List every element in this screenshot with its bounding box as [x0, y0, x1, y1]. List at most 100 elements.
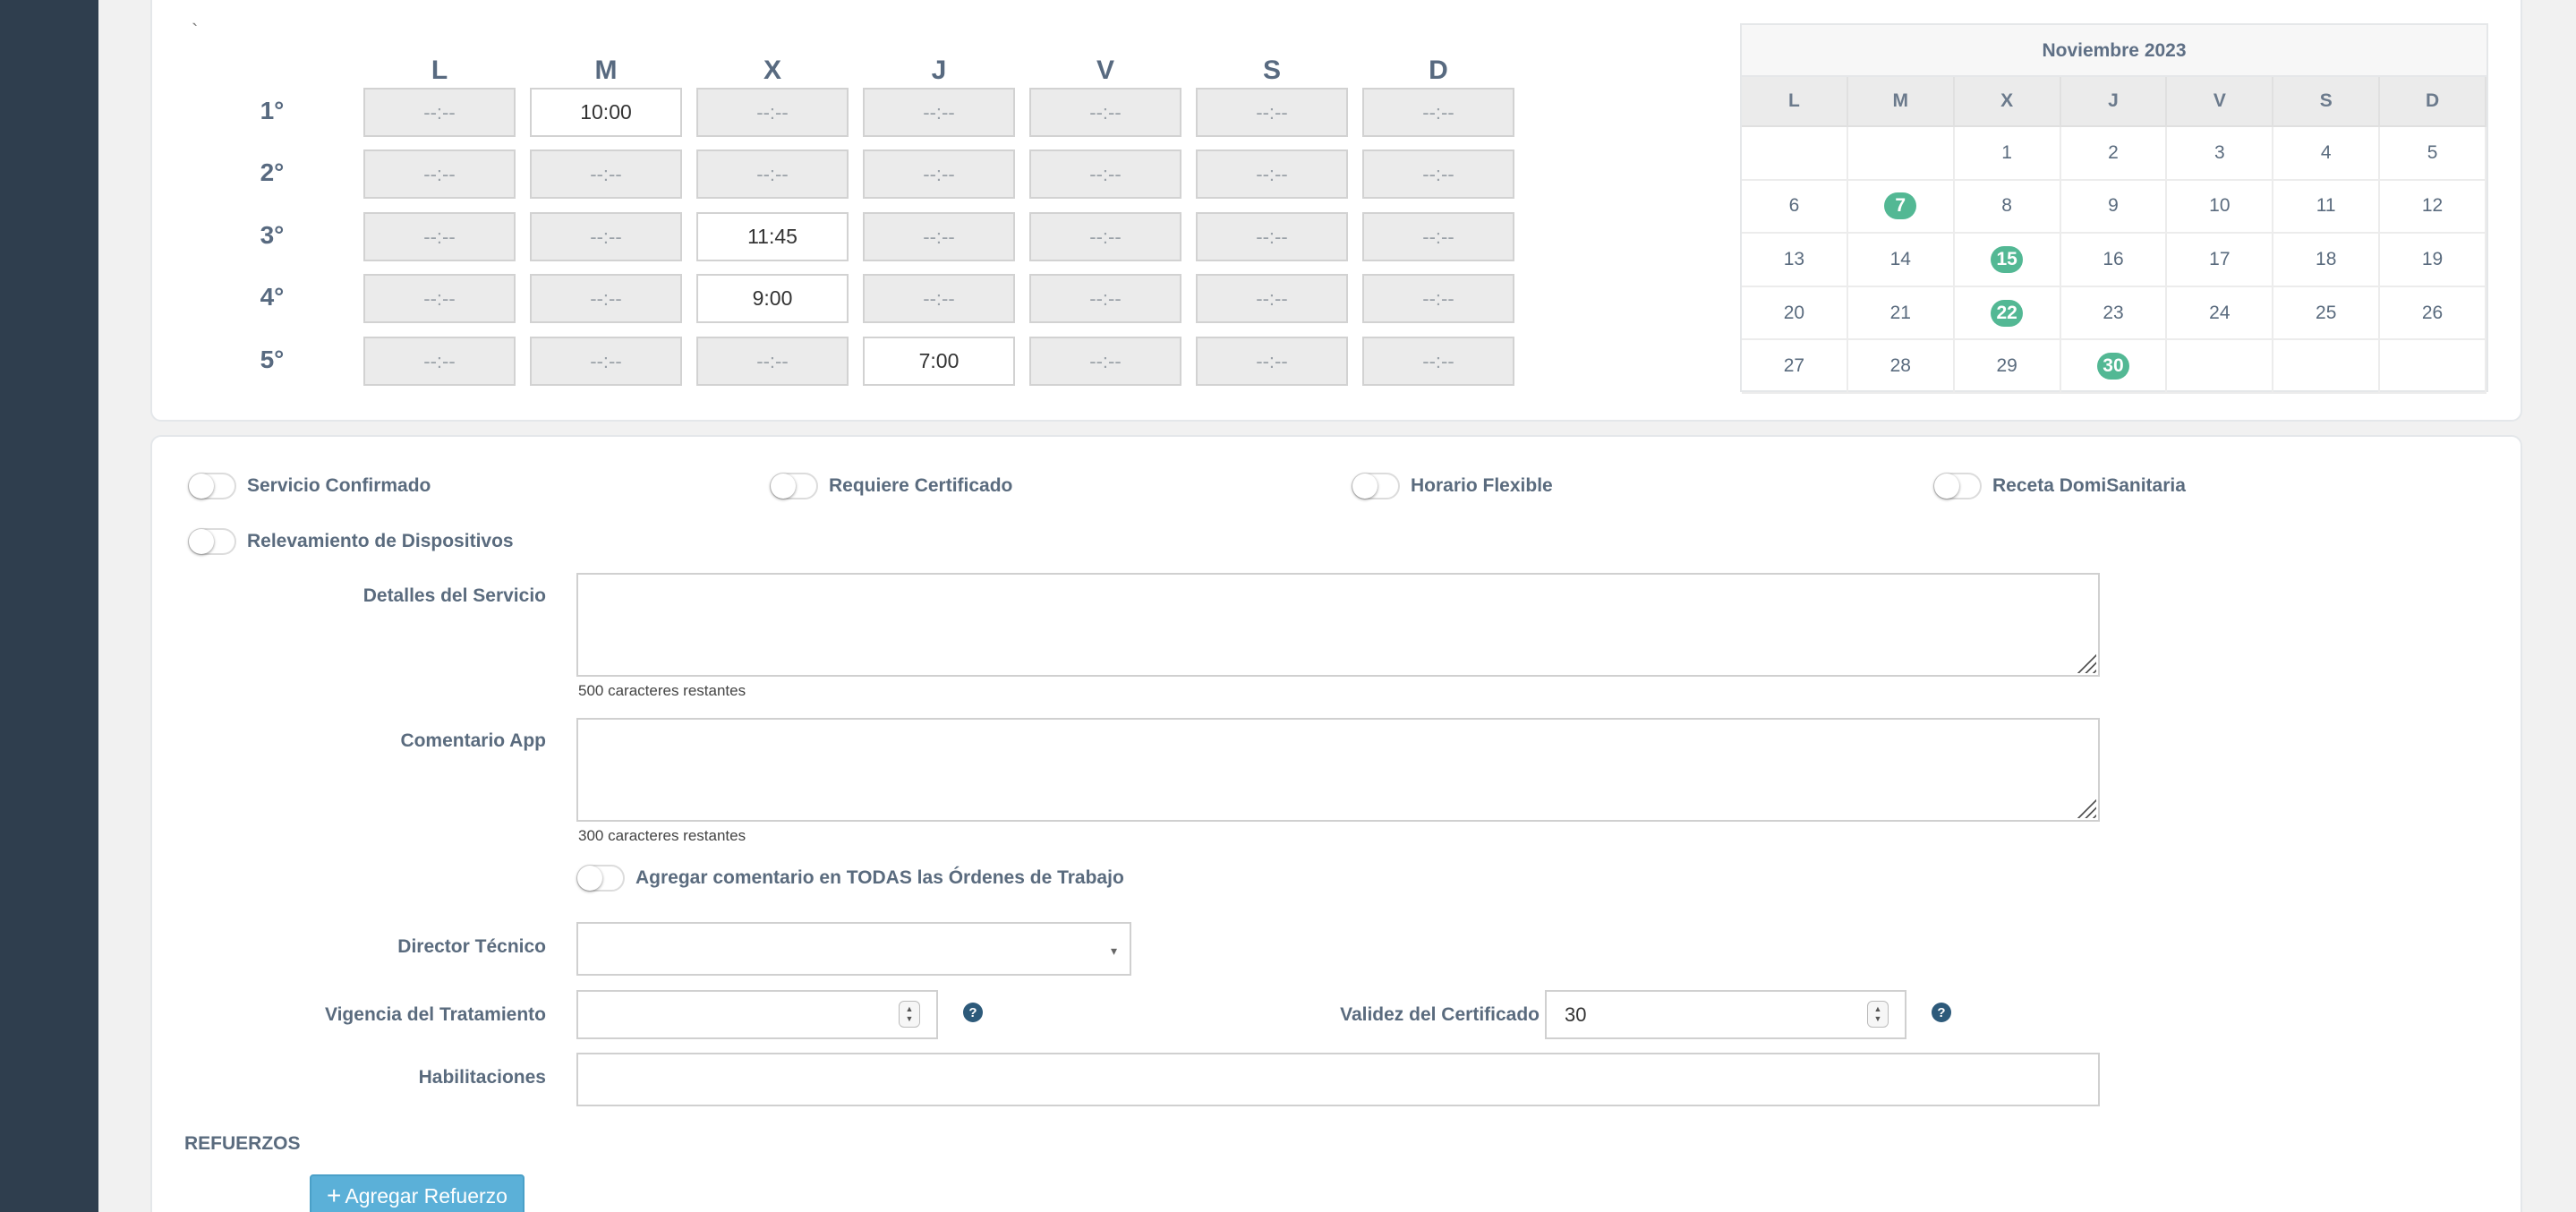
calendar-day[interactable]: 7: [1847, 180, 1955, 235]
calendar-day[interactable]: 14: [1847, 234, 1955, 287]
director-select[interactable]: ▾: [576, 922, 1131, 976]
calendar-day[interactable]: 4: [2273, 127, 2381, 181]
time-input[interactable]: --:--: [530, 212, 682, 261]
time-input[interactable]: --:--: [1362, 88, 1514, 137]
time-input[interactable]: --:--: [696, 149, 849, 199]
time-input[interactable]: --:--: [696, 88, 849, 137]
toggle-relevamiento-dispositivos[interactable]: Relevamiento de Dispositivos: [188, 528, 514, 555]
time-input[interactable]: --:--: [530, 149, 682, 199]
toggle-switch[interactable]: [770, 473, 818, 499]
time-input[interactable]: 11:45: [696, 212, 849, 261]
toggle-switch[interactable]: [188, 528, 236, 555]
time-input[interactable]: --:--: [363, 149, 516, 199]
toggle-requiere-certificado[interactable]: Requiere Certificado: [770, 473, 1012, 499]
calendar-day[interactable]: 10: [2167, 180, 2274, 235]
time-input[interactable]: --:--: [1029, 212, 1181, 261]
calendar-day[interactable]: 12: [2380, 180, 2486, 235]
toggle-horario-flexible[interactable]: Horario Flexible: [1352, 473, 1553, 499]
time-input[interactable]: --:--: [1196, 337, 1348, 386]
calendar-day[interactable]: 22: [1954, 286, 2061, 341]
time-input[interactable]: --:--: [863, 149, 1015, 199]
calendar-day[interactable]: 5: [2380, 127, 2486, 181]
time-input[interactable]: --:--: [1029, 274, 1181, 323]
time-input[interactable]: --:--: [1362, 337, 1514, 386]
calendar-day[interactable]: 18: [2273, 234, 2381, 287]
time-input[interactable]: --:--: [1362, 274, 1514, 323]
toggle-switch[interactable]: [188, 473, 236, 499]
time-input[interactable]: --:--: [863, 212, 1015, 261]
validez-input[interactable]: 30 ▲ ▼: [1545, 990, 1906, 1039]
toggle-switch[interactable]: [1933, 473, 1982, 499]
time-input[interactable]: --:--: [1029, 88, 1181, 137]
calendar-weekday: D: [2380, 77, 2486, 127]
calendar-day[interactable]: 17: [2167, 234, 2274, 287]
number-spinner-icon[interactable]: ▲ ▼: [899, 1001, 920, 1028]
time-input[interactable]: --:--: [1362, 149, 1514, 199]
toggle-servicio-confirmado[interactable]: Servicio Confirmado: [188, 473, 431, 499]
time-input[interactable]: --:--: [696, 337, 849, 386]
comentario-textarea[interactable]: [576, 718, 2100, 822]
help-icon[interactable]: ?: [963, 1003, 983, 1022]
calendar-day[interactable]: 11: [2273, 180, 2381, 235]
time-input[interactable]: --:--: [1196, 274, 1348, 323]
calendar-day[interactable]: 6: [1742, 180, 1848, 235]
calendar-day[interactable]: 28: [1847, 340, 1955, 394]
vigencia-label: Vigencia del Tratamiento: [324, 1004, 546, 1025]
time-input[interactable]: --:--: [363, 88, 516, 137]
detalles-textarea[interactable]: [576, 573, 2100, 677]
validez-value: 30: [1565, 1003, 1587, 1026]
time-input[interactable]: 10:00: [530, 88, 682, 137]
calendar-day[interactable]: 1: [1954, 127, 2061, 181]
calendar-day[interactable]: 26: [2380, 286, 2486, 341]
calendar-day[interactable]: 29: [1954, 340, 2061, 394]
calendar-day[interactable]: 3: [2167, 127, 2274, 181]
resize-handle-icon[interactable]: [2077, 653, 2096, 673]
help-icon[interactable]: ?: [1932, 1003, 1951, 1022]
time-input[interactable]: --:--: [1362, 212, 1514, 261]
calendar-day[interactable]: 8: [1954, 180, 2061, 235]
calendar-day-number: 3: [2214, 141, 2225, 163]
calendar-day[interactable]: 15: [1954, 234, 2061, 287]
time-input[interactable]: --:--: [863, 88, 1015, 137]
time-input[interactable]: --:--: [363, 274, 516, 323]
time-input[interactable]: --:--: [1196, 149, 1348, 199]
time-input[interactable]: --:--: [363, 212, 516, 261]
toggle-receta-domisanitaria[interactable]: Receta DomiSanitaria: [1933, 473, 2186, 499]
time-input[interactable]: --:--: [1196, 88, 1348, 137]
toggle-agregar-comentario[interactable]: Agregar comentario en TODAS las Órdenes …: [576, 865, 1124, 892]
vigencia-input[interactable]: ▲ ▼: [576, 990, 938, 1039]
calendar-day[interactable]: 27: [1742, 340, 1848, 394]
calendar-day[interactable]: 21: [1847, 286, 1955, 341]
time-input[interactable]: --:--: [1196, 212, 1348, 261]
calendar-weekday: S: [2273, 77, 2381, 127]
calendar-day[interactable]: 24: [2167, 286, 2274, 341]
time-input[interactable]: --:--: [530, 337, 682, 386]
calendar-day[interactable]: 9: [2060, 180, 2168, 235]
toggle-switch[interactable]: [576, 865, 625, 892]
time-input[interactable]: --:--: [863, 274, 1015, 323]
calendar-day[interactable]: 20: [1742, 286, 1848, 341]
time-input[interactable]: --:--: [1029, 337, 1181, 386]
time-input[interactable]: --:--: [530, 274, 682, 323]
calendar-day[interactable]: 30: [2060, 340, 2168, 394]
habilitaciones-input[interactable]: [576, 1053, 2100, 1106]
number-spinner-icon[interactable]: ▲ ▼: [1867, 1001, 1889, 1028]
calendar-day[interactable]: 19: [2380, 234, 2486, 287]
time-input[interactable]: --:--: [363, 337, 516, 386]
calendar-day[interactable]: 13: [1742, 234, 1848, 287]
time-input[interactable]: 9:00: [696, 274, 849, 323]
time-input[interactable]: 7:00: [863, 337, 1015, 386]
day-header: S: [1262, 55, 1281, 85]
calendar-grid: L M X J V S D 1 2 3 4 5 6 7 8 9 10 11 12 13 14 15 16 17 18 19 20 21…: [1742, 77, 2486, 394]
add-refuerzo-button[interactable]: + Agregar Refuerzo: [310, 1174, 525, 1212]
time-input[interactable]: --:--: [1029, 149, 1181, 199]
calendar-day[interactable]: 25: [2273, 286, 2381, 341]
toggle-switch[interactable]: [1352, 473, 1400, 499]
resize-handle-icon[interactable]: [2077, 798, 2096, 818]
calendar-day[interactable]: 23: [2060, 286, 2168, 341]
calendar-day[interactable]: 16: [2060, 234, 2168, 287]
calendar-day[interactable]: 2: [2060, 127, 2168, 181]
plus-icon: +: [327, 1182, 342, 1209]
calendar-day-number: 4: [2320, 141, 2332, 163]
calendar-day-number: 28: [1889, 355, 1911, 377]
